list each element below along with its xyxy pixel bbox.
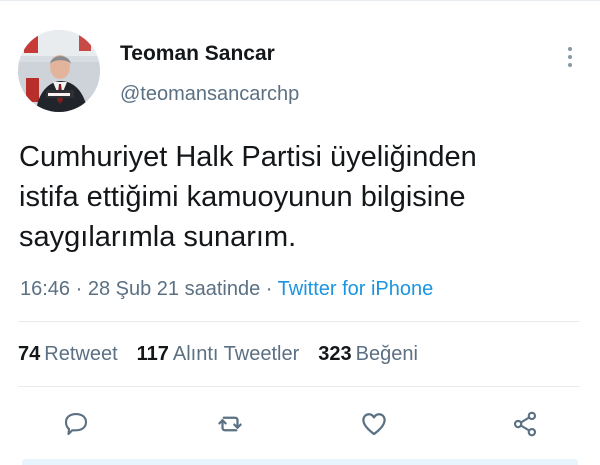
speech-bubble-icon	[64, 412, 88, 436]
quote-tweets-stat[interactable]: 117 Alıntı Tweetler	[137, 341, 300, 367]
share-button[interactable]	[503, 402, 547, 446]
retweet-icon	[218, 416, 242, 432]
tweet-time: 16:46	[20, 278, 71, 300]
like-button[interactable]	[352, 402, 396, 446]
username[interactable]: @teomansancarchp	[120, 82, 299, 106]
meta-separator: ·	[260, 278, 278, 300]
more-options-button[interactable]	[555, 40, 585, 74]
profile-photo-icon	[18, 30, 100, 112]
likes-stat[interactable]: 323 Beğeni	[318, 341, 418, 367]
tweet-text: Cumhuriyet Halk Partisi üyeliğinden isti…	[19, 141, 477, 253]
tweet-detail-page: Teoman Sancar @teomansancarchp Cumhuriye…	[0, 0, 600, 465]
retweet-button[interactable]	[208, 402, 252, 446]
quote-tweets-count: 117	[136, 343, 169, 365]
heart-icon	[362, 413, 386, 436]
more-options-icon-dot-top	[568, 47, 572, 51]
likes-count: 323	[318, 343, 352, 365]
tweet-actions	[0, 402, 600, 446]
engagement-stats: 74 Retweet 117 Alıntı Tweetler 323 Beğeni	[18, 341, 418, 367]
tweet-date: 28 Şub 21 saatinde	[87, 278, 261, 300]
meta-separator: ·	[70, 278, 88, 300]
likes-label: Beğeni	[355, 343, 418, 365]
display-name[interactable]: Teoman Sancar	[120, 42, 275, 66]
quote-tweets-label: Alıntı Tweetler	[172, 343, 300, 365]
retweets-count: 74	[18, 343, 41, 365]
top-divider	[0, 0, 600, 1]
reply-button[interactable]	[54, 402, 98, 446]
bottom-action-strip	[22, 459, 578, 465]
tweet-meta: 16:46 · 28 Şub 21 saatinde · Twitter for…	[20, 275, 433, 303]
more-options-icon-dot-bottom	[568, 63, 572, 67]
tweet-source-link[interactable]: Twitter for iPhone	[278, 278, 434, 300]
stats-top-divider	[18, 321, 580, 322]
retweets-stat[interactable]: 74 Retweet	[18, 341, 118, 367]
retweets-label: Retweet	[44, 343, 118, 365]
actions-top-divider	[18, 386, 580, 387]
avatar[interactable]	[18, 30, 100, 112]
share-icon	[513, 411, 537, 437]
more-options-icon-dot-middle	[568, 55, 572, 59]
